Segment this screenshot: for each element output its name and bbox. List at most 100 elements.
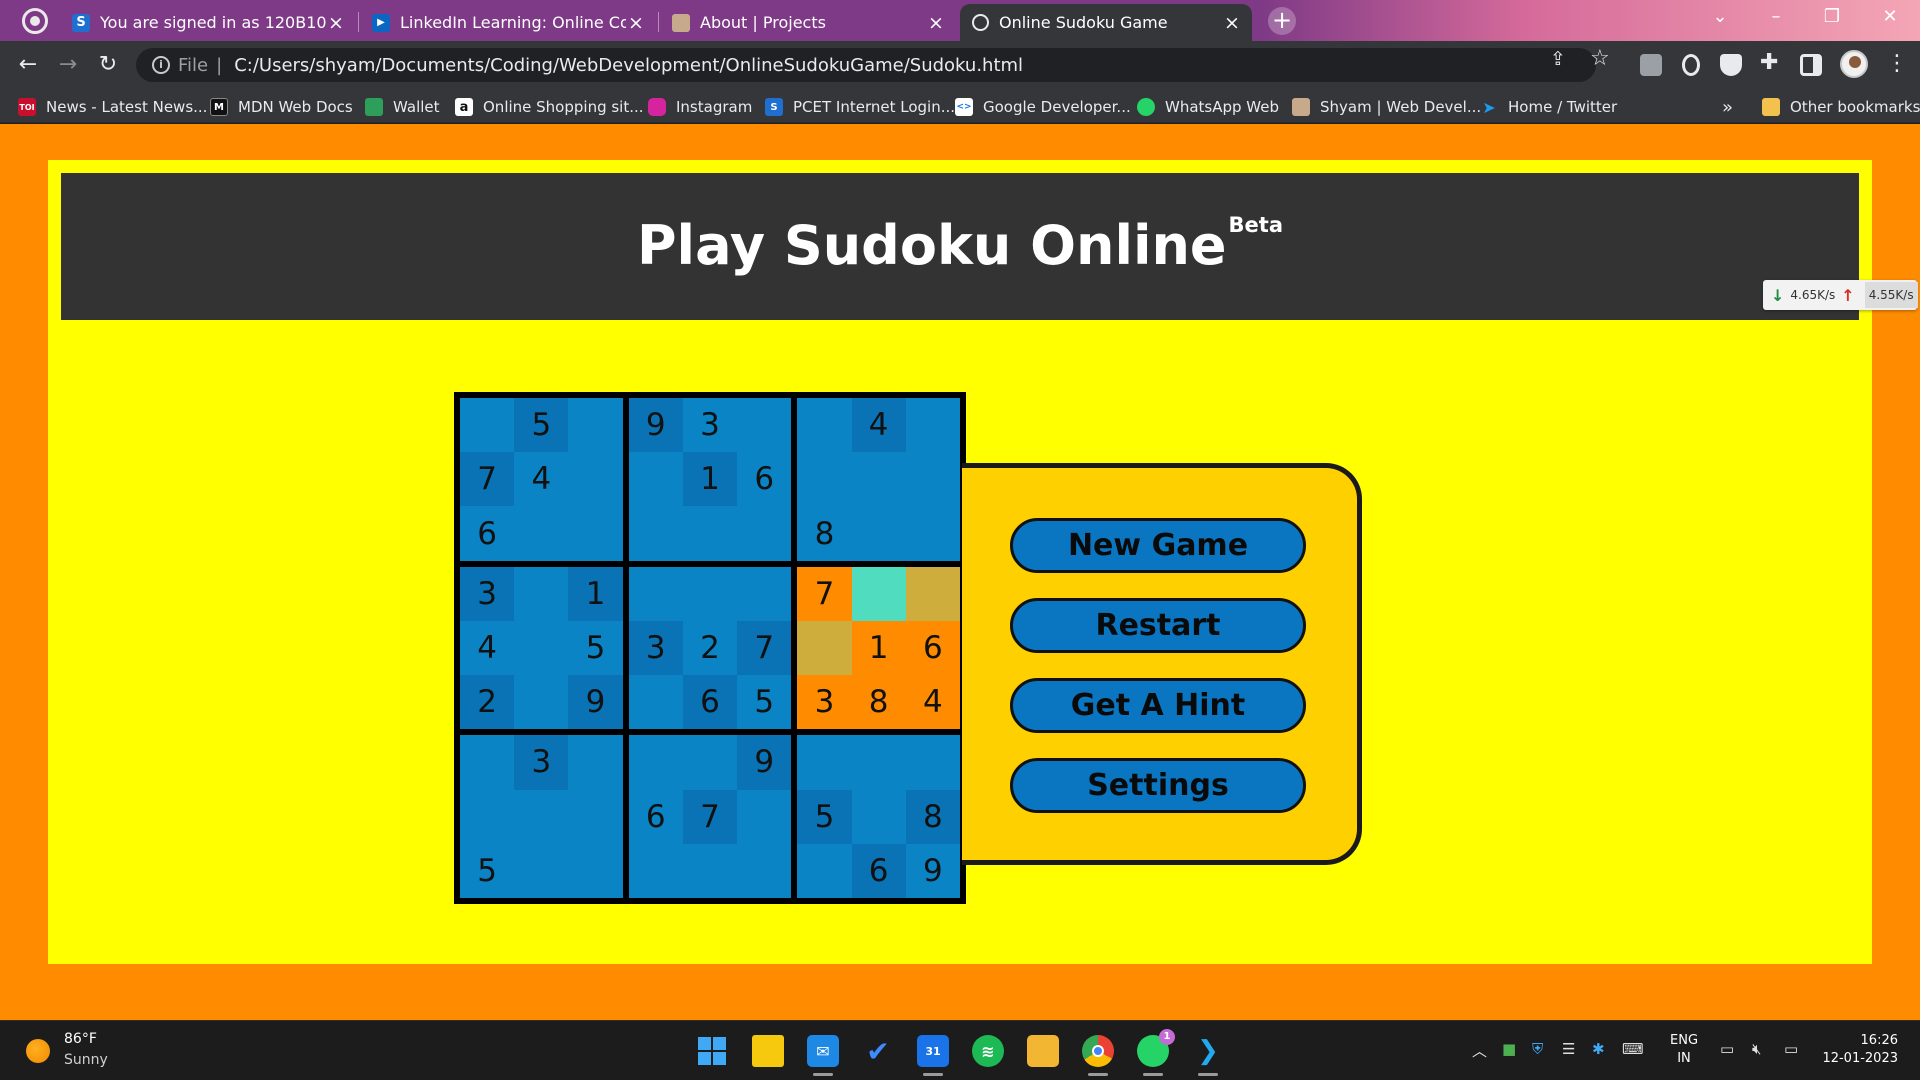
side-panel-icon[interactable] <box>1800 54 1822 76</box>
sudoku-cell[interactable]: 9 <box>737 735 792 790</box>
sudoku-cell[interactable] <box>737 789 792 844</box>
tray-app-icon[interactable]: ■ <box>1502 1040 1516 1058</box>
sudoku-cell[interactable] <box>905 566 960 621</box>
weather-description[interactable]: Sunny <box>64 1052 108 1068</box>
sudoku-cell[interactable]: 3 <box>797 675 852 730</box>
sudoku-cell[interactable] <box>851 452 906 507</box>
file-explorer-icon[interactable] <box>1027 1035 1059 1067</box>
sudoku-cell[interactable] <box>737 398 792 453</box>
get-a-hint-button[interactable]: Get A Hint <box>1010 678 1306 733</box>
sudoku-cell[interactable]: 4 <box>514 452 569 507</box>
sudoku-cell[interactable] <box>628 843 683 898</box>
sudoku-cell[interactable] <box>905 506 960 561</box>
sudoku-cell[interactable] <box>568 789 623 844</box>
extensions-puzzle-icon[interactable]: ✚ <box>1760 50 1778 75</box>
sudoku-cell[interactable] <box>514 506 569 561</box>
sudoku-cell[interactable]: 9 <box>568 675 623 730</box>
sudoku-cell[interactable]: 4 <box>905 675 960 730</box>
extension-mouse-icon[interactable] <box>1682 54 1700 76</box>
forward-button[interactable]: → <box>54 53 82 77</box>
sudoku-cell[interactable] <box>514 566 569 621</box>
keyboard-icon[interactable]: ⌨ <box>1622 1040 1644 1058</box>
sudoku-cell[interactable]: 2 <box>682 620 738 676</box>
tab-about-projects[interactable]: About | Projects × <box>660 4 956 41</box>
sudoku-cell[interactable]: 3 <box>628 620 683 676</box>
bookmark-google-developer[interactable]: <> Google Developer... <box>955 96 1131 118</box>
tab-signed-in[interactable]: S You are signed in as 120B10580 × <box>60 4 356 41</box>
sudoku-cell[interactable]: 6 <box>628 789 683 844</box>
url-text[interactable]: C:/Users/shyam/Documents/Coding/WebDevel… <box>234 55 1023 76</box>
sudoku-cell[interactable] <box>568 843 623 898</box>
weather-temperature[interactable]: 86°F <box>64 1031 97 1047</box>
new-game-button[interactable]: New Game <box>1010 518 1306 573</box>
sudoku-cell[interactable]: 7 <box>737 620 792 676</box>
sudoku-cell[interactable] <box>514 843 569 898</box>
sudoku-cell[interactable] <box>628 735 683 790</box>
vscode-icon[interactable]: ❯ <box>1192 1035 1224 1076</box>
sudoku-cell[interactable] <box>514 620 569 676</box>
bookmark-star-icon[interactable]: ☆ <box>1590 46 1610 71</box>
sudoku-cell[interactable] <box>682 566 738 621</box>
clock[interactable]: 16:26 12-01-2023 <box>1818 1032 1898 1068</box>
todo-icon[interactable]: ✔ <box>862 1035 894 1068</box>
close-icon[interactable]: × <box>626 12 646 34</box>
sudoku-cell[interactable]: 8 <box>851 675 906 730</box>
sudoku-cell[interactable] <box>628 566 683 621</box>
sudoku-cell[interactable]: 5 <box>797 789 852 844</box>
network-icon[interactable]: ▭ <box>1720 1040 1734 1058</box>
settings-button[interactable]: Settings <box>1010 758 1306 813</box>
extension-grammar-icon[interactable] <box>1640 54 1662 76</box>
spotify-icon[interactable]: ≋ <box>972 1035 1004 1067</box>
sudoku-cell[interactable] <box>797 620 852 676</box>
sudoku-cell[interactable] <box>628 675 683 730</box>
tab-dropdown-icon[interactable]: ⌄ <box>1700 6 1740 27</box>
sudoku-cell[interactable] <box>851 506 906 561</box>
sudoku-cell[interactable]: 7 <box>682 789 738 844</box>
bookmark-wallet[interactable]: Wallet <box>365 96 440 118</box>
sudoku-cell[interactable]: 6 <box>682 675 738 730</box>
sudoku-cell[interactable]: 1 <box>682 452 738 507</box>
sudoku-cell[interactable]: 6 <box>737 452 792 507</box>
sudoku-cell[interactable]: 9 <box>905 843 960 898</box>
restore-button[interactable]: ❐ <box>1812 6 1852 27</box>
mail-icon[interactable]: ✉ <box>807 1035 839 1076</box>
restart-button[interactable]: Restart <box>1010 598 1306 653</box>
share-icon[interactable]: ⇪ <box>1550 48 1566 70</box>
address-bar[interactable]: i File | C:/Users/shyam/Documents/Coding… <box>136 48 1596 82</box>
sudoku-cell[interactable] <box>851 566 906 621</box>
close-window-button[interactable]: ✕ <box>1870 6 1910 27</box>
sudoku-cell[interactable]: 1 <box>568 566 623 621</box>
new-tab-button[interactable]: + <box>1268 7 1296 35</box>
sticky-notes-icon[interactable] <box>752 1035 784 1067</box>
whatsapp-taskbar-icon[interactable]: 1 <box>1137 1029 1175 1076</box>
sudoku-cell[interactable]: 7 <box>797 566 852 621</box>
bluetooth-icon[interactable]: ✱ <box>1592 1040 1605 1058</box>
sudoku-cell[interactable] <box>737 843 792 898</box>
sudoku-cell[interactable]: 8 <box>797 506 852 561</box>
bookmarks-overflow-button[interactable]: » <box>1722 96 1733 118</box>
sudoku-cell[interactable]: 6 <box>905 620 960 676</box>
sudoku-cell[interactable] <box>797 452 852 507</box>
more-menu-icon[interactable]: ⋮ <box>1886 51 1908 76</box>
reload-button[interactable]: ↻ <box>94 53 122 77</box>
bookmark-instagram[interactable]: Instagram <box>648 96 752 118</box>
tab-linkedin-learning[interactable]: ▶ LinkedIn Learning: Online Course × <box>360 4 656 41</box>
sudoku-cell[interactable]: 8 <box>905 789 960 844</box>
bookmark-mdn[interactable]: M MDN Web Docs <box>210 96 353 118</box>
sudoku-cell[interactable] <box>514 675 569 730</box>
sudoku-cell[interactable]: 3 <box>460 566 515 621</box>
sudoku-cell[interactable]: 5 <box>568 620 623 676</box>
sudoku-cell[interactable] <box>568 398 623 453</box>
bookmark-whatsapp[interactable]: WhatsApp Web <box>1137 96 1279 118</box>
windows-start-icon[interactable] <box>696 1035 728 1067</box>
sudoku-cell[interactable]: 9 <box>628 398 683 453</box>
sudoku-cell[interactable]: 5 <box>737 675 792 730</box>
back-button[interactable]: ← <box>14 53 42 77</box>
sudoku-cell[interactable] <box>628 506 683 561</box>
calendar-icon[interactable]: 31 <box>917 1035 949 1076</box>
sudoku-cell[interactable] <box>568 452 623 507</box>
chrome-tab-search-icon[interactable] <box>22 8 48 34</box>
sudoku-cell[interactable]: 2 <box>460 675 515 730</box>
sun-weather-icon[interactable] <box>26 1039 50 1063</box>
sudoku-cell[interactable] <box>514 789 569 844</box>
